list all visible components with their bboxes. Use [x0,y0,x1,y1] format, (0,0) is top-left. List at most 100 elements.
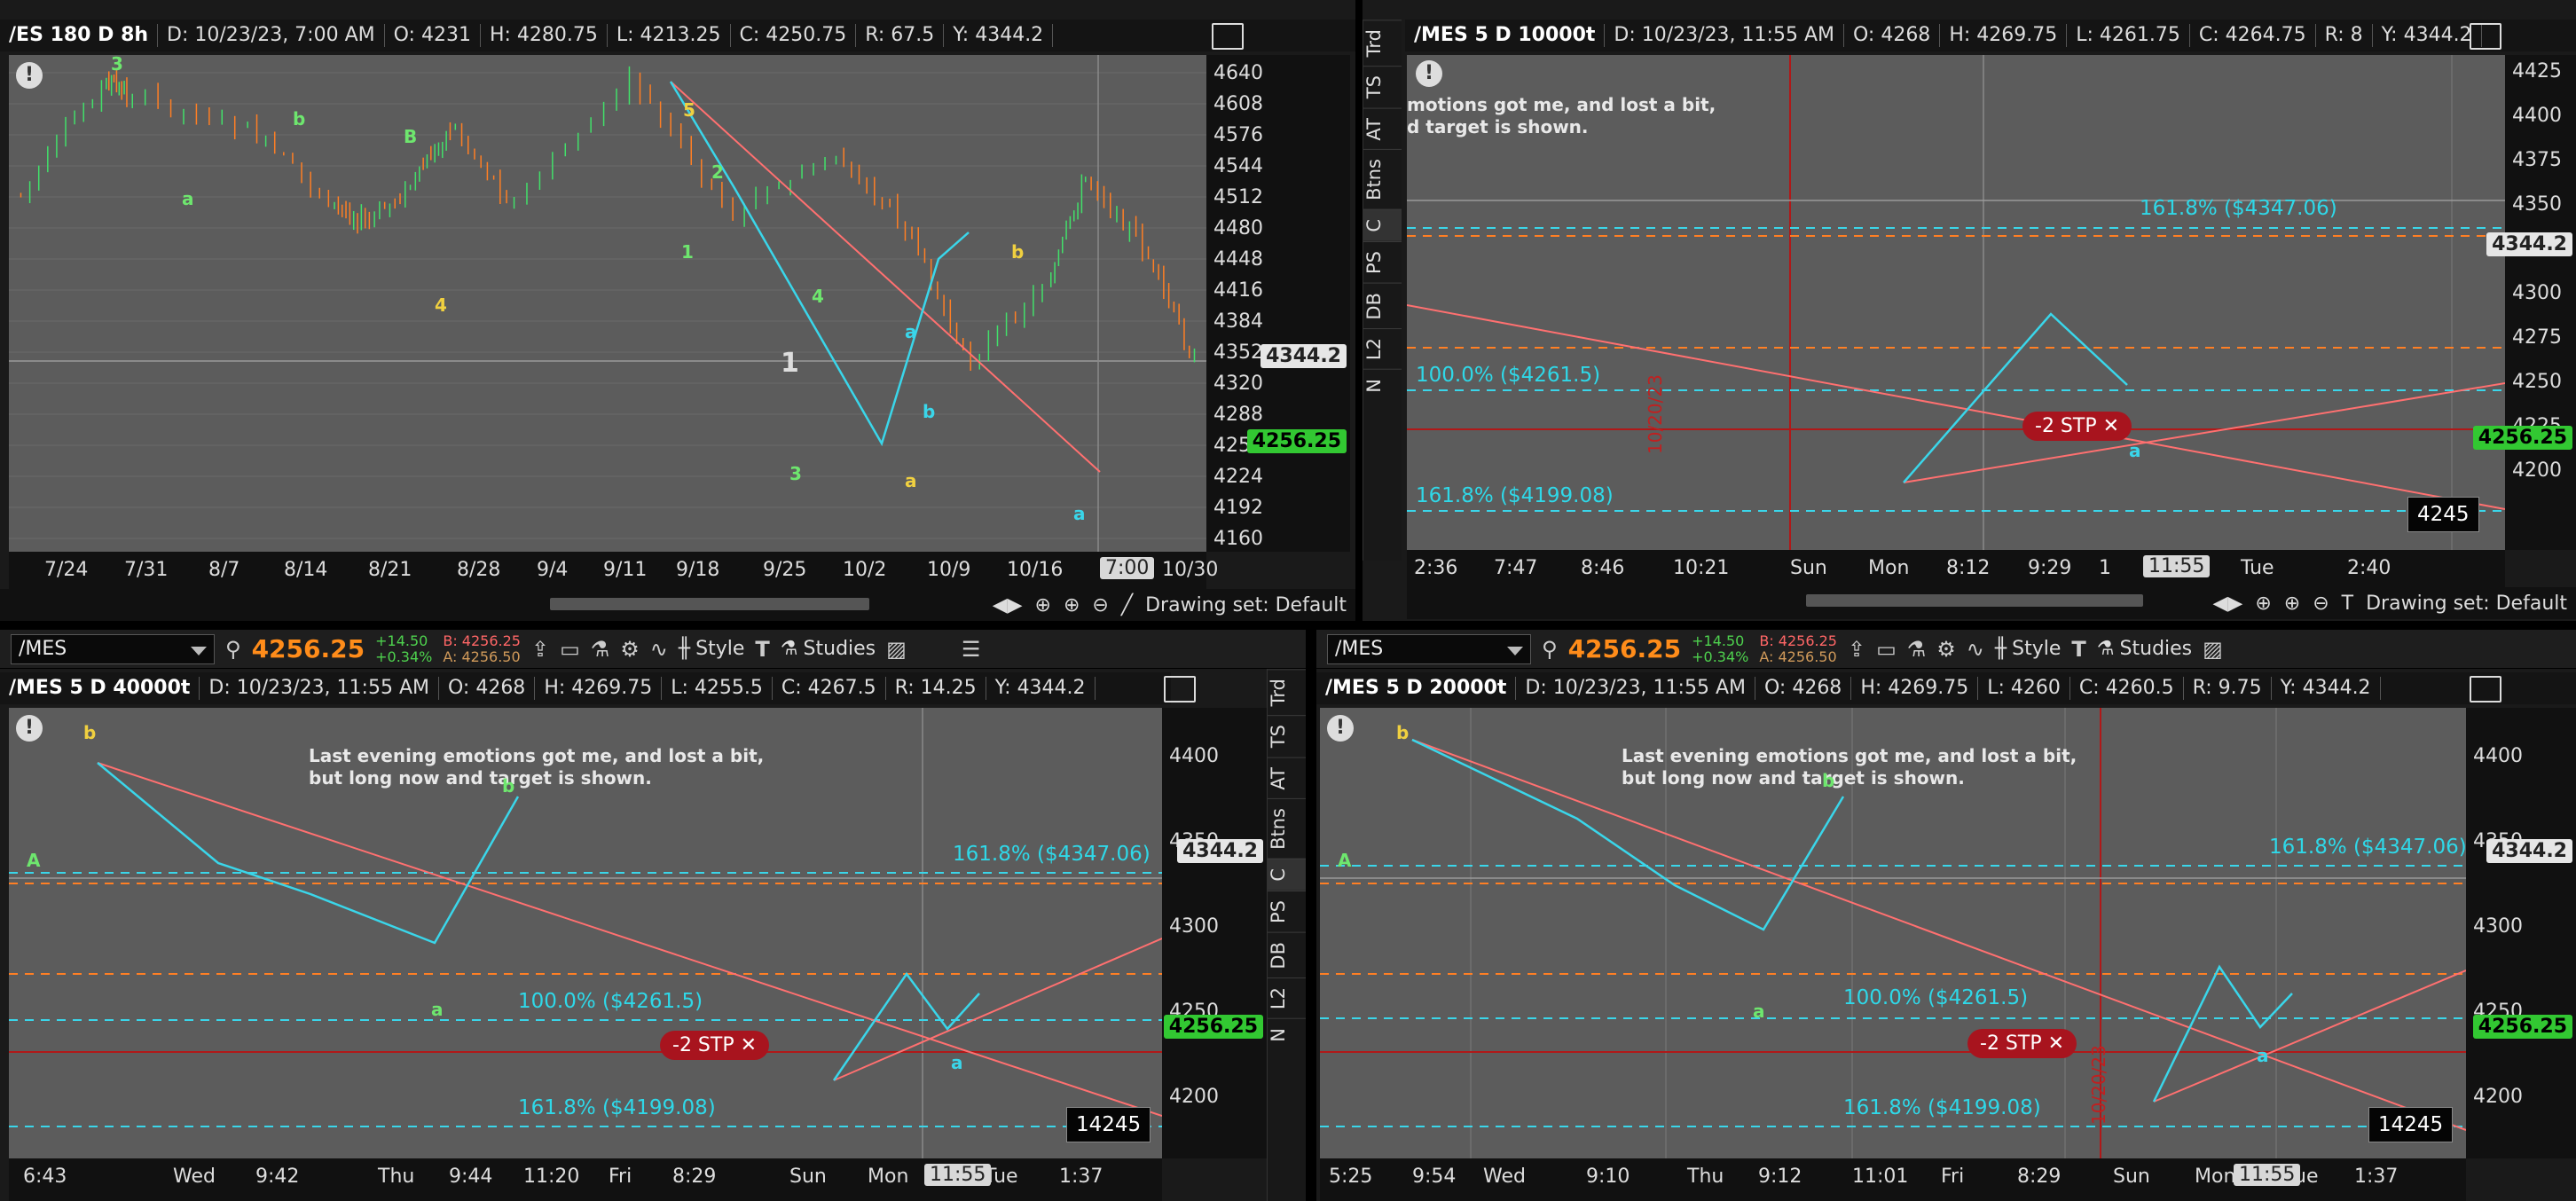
zoom-out-icon[interactable]: ⊖ [2313,593,2329,615]
drawing-tool-icon[interactable]: ▨ [2203,637,2223,662]
time-scrollbar[interactable] [1806,594,2143,607]
stop-order-badge[interactable]: -2 STP ✕ [2022,412,2132,441]
side-tab-n[interactable]: N [1363,369,1402,403]
side-tab-ts[interactable]: TS [1268,715,1306,757]
studies-button[interactable]: ⚗ Studies [2097,638,2192,660]
menu-icon[interactable]: ☰ [962,637,981,662]
time-tick-label: 7/24 [44,559,89,581]
zoom-out-icon[interactable]: ⊖ [1092,594,1108,616]
time-tick-label: Thu [378,1166,415,1188]
drawing-tool-icon[interactable] [1164,676,1196,703]
time-axis[interactable]: 2:36 7:47 8:46 10:21 Sun Mon 8:12 9:29 1 Tue 2:40 1… [1407,550,2505,587]
fib-161-bottom-label: 161.8% ($4199.08) [1416,484,1614,507]
scroll-arrows-icon[interactable]: ◀▶ [993,594,1023,616]
wave-label: b [293,108,306,130]
close-icon[interactable]: ✕ [2048,1032,2064,1055]
gear-icon[interactable]: ⚙ [1936,637,1956,662]
price-tick-label: 4375 [2512,149,2562,171]
crosshair-icon[interactable]: ⊕ [1035,594,1051,616]
side-tab-at[interactable]: AT [1363,107,1402,150]
drawing-tool-icon[interactable] [1212,23,1244,50]
side-tab-btns[interactable]: Btns [1268,798,1306,859]
price-plot-area[interactable]: ! motions got me, and lost a bit, d targ… [1407,55,2505,550]
side-tab-n[interactable]: N [1268,1018,1306,1052]
drawing-tool-icon[interactable] [2470,676,2501,703]
alert-icon[interactable]: ! [16,715,43,742]
stop-order-badge[interactable]: -2 STP ✕ [660,1031,770,1060]
side-tab-trd[interactable]: Trd [1268,669,1306,716]
price-tick-label: 4608 [1213,93,1263,115]
scroll-arrows-icon[interactable]: ◀▶ [2213,593,2243,615]
flask-icon[interactable]: ⚗ [591,637,610,662]
symbol-selector[interactable]: /MES [11,633,215,664]
gear-icon[interactable]: ⚙ [620,637,640,662]
drawing-tool-icon[interactable] [2470,23,2501,50]
drawing-tool-icon[interactable]: ▨ [886,637,907,662]
zoom-in-icon[interactable]: ⊕ [1064,594,1080,616]
pane-divider[interactable] [0,621,2576,630]
time-axis[interactable]: 5:25 9:54 Wed 9:10 Thu 9:12 11:01 Fri 8:29 Sun Mon… [1320,1158,2466,1201]
link-icon[interactable]: ⚲ [1542,637,1558,662]
time-axis[interactable]: 6:43 Wed 9:42 Thu 9:44 11:20 Fri 8:29 Sun Mon Tue 1… [9,1158,1162,1201]
side-tab-db[interactable]: DB [1268,931,1306,978]
text-tool-icon[interactable]: T [2342,593,2353,615]
side-tab-ps[interactable]: PS [1363,240,1402,283]
share-icon[interactable]: ⇪ [1848,637,1865,662]
zoom-in-icon[interactable]: ⊕ [2284,593,2300,615]
side-tab-l2[interactable]: L2 [1268,977,1306,1019]
side-tab-at[interactable]: AT [1268,757,1306,799]
trend-line [97,762,1162,1117]
last-price: 4256.25 [251,634,365,663]
side-tab-c[interactable]: C [1268,859,1306,891]
camera-icon[interactable]: ▭ [560,637,580,662]
price-axis[interactable]: 4640 4608 4576 4544 4512 4480 4448 4416 4384 4352… [1206,55,1350,552]
text-tool-icon[interactable]: T [2071,637,2085,662]
flask-icon[interactable]: ⚗ [1907,637,1927,662]
drawing-set-label[interactable]: Drawing set: Default [1145,594,1347,616]
share-icon[interactable]: ⇪ [531,637,549,662]
side-tab-btns[interactable]: Btns [1363,149,1402,209]
close-icon[interactable]: ✕ [2103,415,2119,437]
style-button[interactable]: ╫ Style [1995,638,2062,660]
time-tick-label: 8/28 [457,559,501,581]
symbol-selector[interactable]: /MES [1327,633,1531,664]
price-plot-area[interactable]: ! Last evening emotions got me, and lost… [9,708,1162,1158]
price-axis[interactable]: 440043504300425042004344.24256.25 [1162,708,1267,1158]
pane-divider[interactable] [1306,630,1316,1201]
studies-button[interactable]: ⚗ Studies [781,638,876,660]
close-icon[interactable]: ✕ [741,1034,757,1056]
price-plot-area[interactable]: ! Last evening emotions got me, and lost… [1320,708,2466,1158]
pane-divider[interactable] [1355,0,1363,621]
price-box-label: 14245 [1066,1107,1151,1142]
wave-label: A [27,850,41,871]
camera-icon[interactable]: ▭ [1876,637,1897,662]
alert-icon[interactable]: ! [16,62,43,89]
alert-icon[interactable]: ! [1327,715,1354,742]
draw-line-icon[interactable]: ╱ [1121,594,1133,616]
stop-order-badge[interactable]: -2 STP ✕ [1967,1029,2077,1058]
side-tab-l2[interactable]: L2 [1363,328,1402,370]
time-tick-label: 10/2 [843,559,887,581]
time-axis[interactable]: 7/24 7/31 8/7 8/14 8/21 8/28 9/4 9/11 9/18 9/25 10… [9,552,1218,589]
side-tab-c[interactable]: C [1363,209,1402,241]
link-icon[interactable]: ⚲ [225,637,241,662]
wave-label: a [1753,1001,1765,1022]
time-scrollbar[interactable] [550,598,869,610]
price-axis[interactable]: 4425440043754350432543004275425042254200… [2472,55,2576,550]
side-tab-ps[interactable]: PS [1268,890,1306,932]
pulse-icon[interactable]: ∿ [1967,637,1984,662]
text-tool-icon[interactable]: T [755,637,769,662]
drawing-set-label[interactable]: Drawing set: Default [2366,593,2567,615]
price-plot-area[interactable]: ! 3 b Ba 4 5 2 1 4 1 3 a a b b a [9,55,1206,552]
bid-value: B: 4256.25 [443,632,521,649]
pulse-icon[interactable]: ∿ [650,637,668,662]
alert-icon[interactable]: ! [1416,60,1442,87]
style-button[interactable]: ╫ Style [679,638,745,660]
side-tab-ts[interactable]: TS [1363,66,1402,108]
side-tab-trd[interactable]: Trd [1363,20,1402,67]
price-tick-label: 4200 [2473,1086,2523,1108]
price-axis[interactable]: 440043504300425042004344.24256.25 [2466,708,2576,1158]
crosshair-icon[interactable]: ⊕ [2255,593,2271,615]
side-tab-db[interactable]: DB [1363,282,1402,329]
bar-low: L: 4255.5 [662,677,773,700]
